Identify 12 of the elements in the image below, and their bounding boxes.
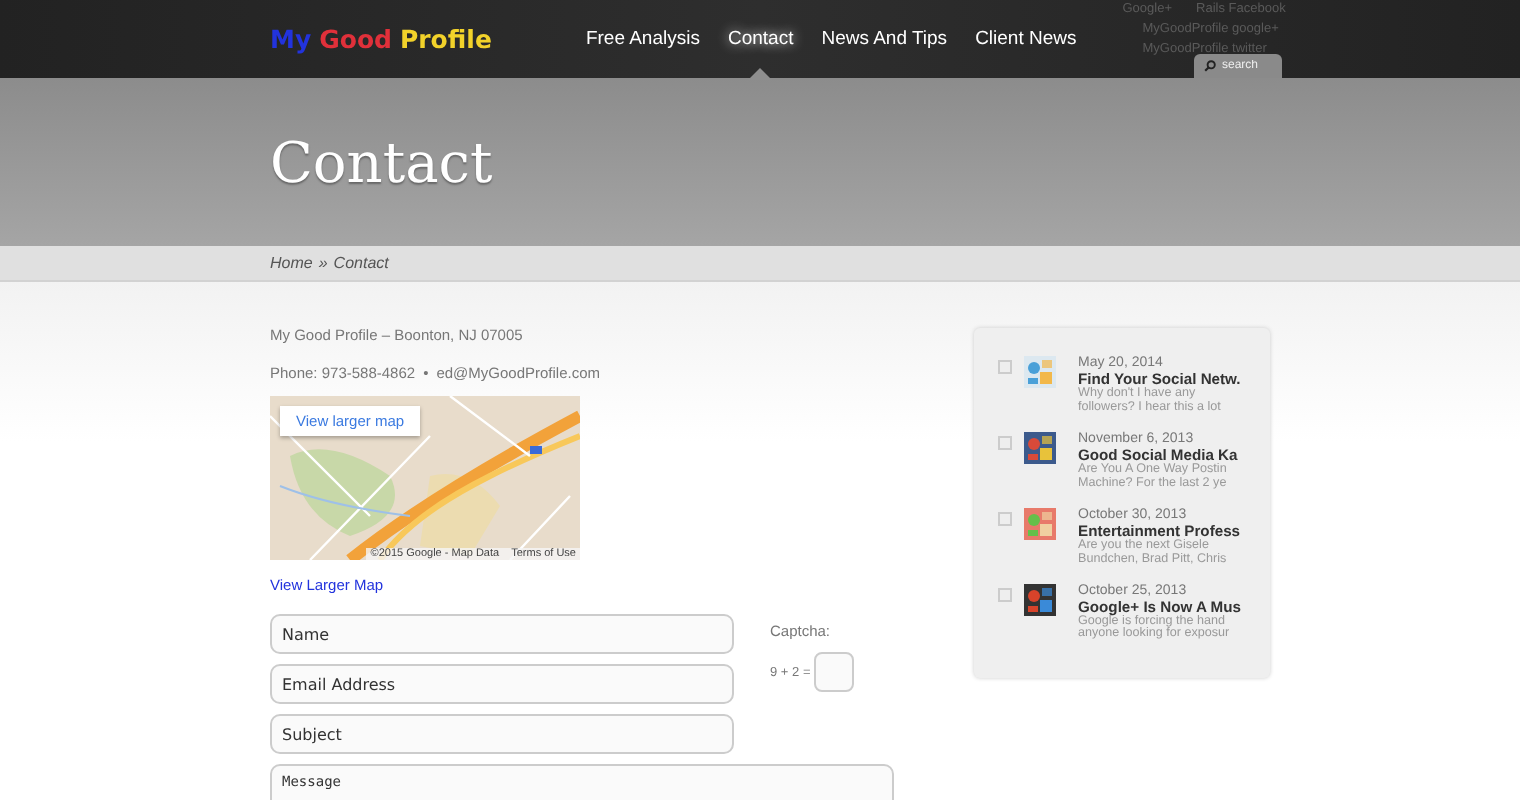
breadcrumb-current: Contact xyxy=(333,254,389,272)
logo[interactable]: My Good Profile xyxy=(270,24,492,54)
nav-link[interactable]: Contact xyxy=(713,28,808,80)
nav-link[interactable]: News And Tips xyxy=(807,28,962,80)
breadcrumb-separator: » xyxy=(318,254,328,272)
page-title: Contact xyxy=(270,129,493,195)
input-field[interactable]: Name xyxy=(270,614,734,654)
nav-link[interactable]: Free Analysis xyxy=(571,28,714,80)
nav-link[interactable]: Client News xyxy=(961,28,1091,80)
breadcrumb-link[interactable]: Home xyxy=(270,254,313,272)
input-field[interactable]: Subject xyxy=(270,714,734,754)
input-field[interactable]: Email Address xyxy=(270,664,734,704)
